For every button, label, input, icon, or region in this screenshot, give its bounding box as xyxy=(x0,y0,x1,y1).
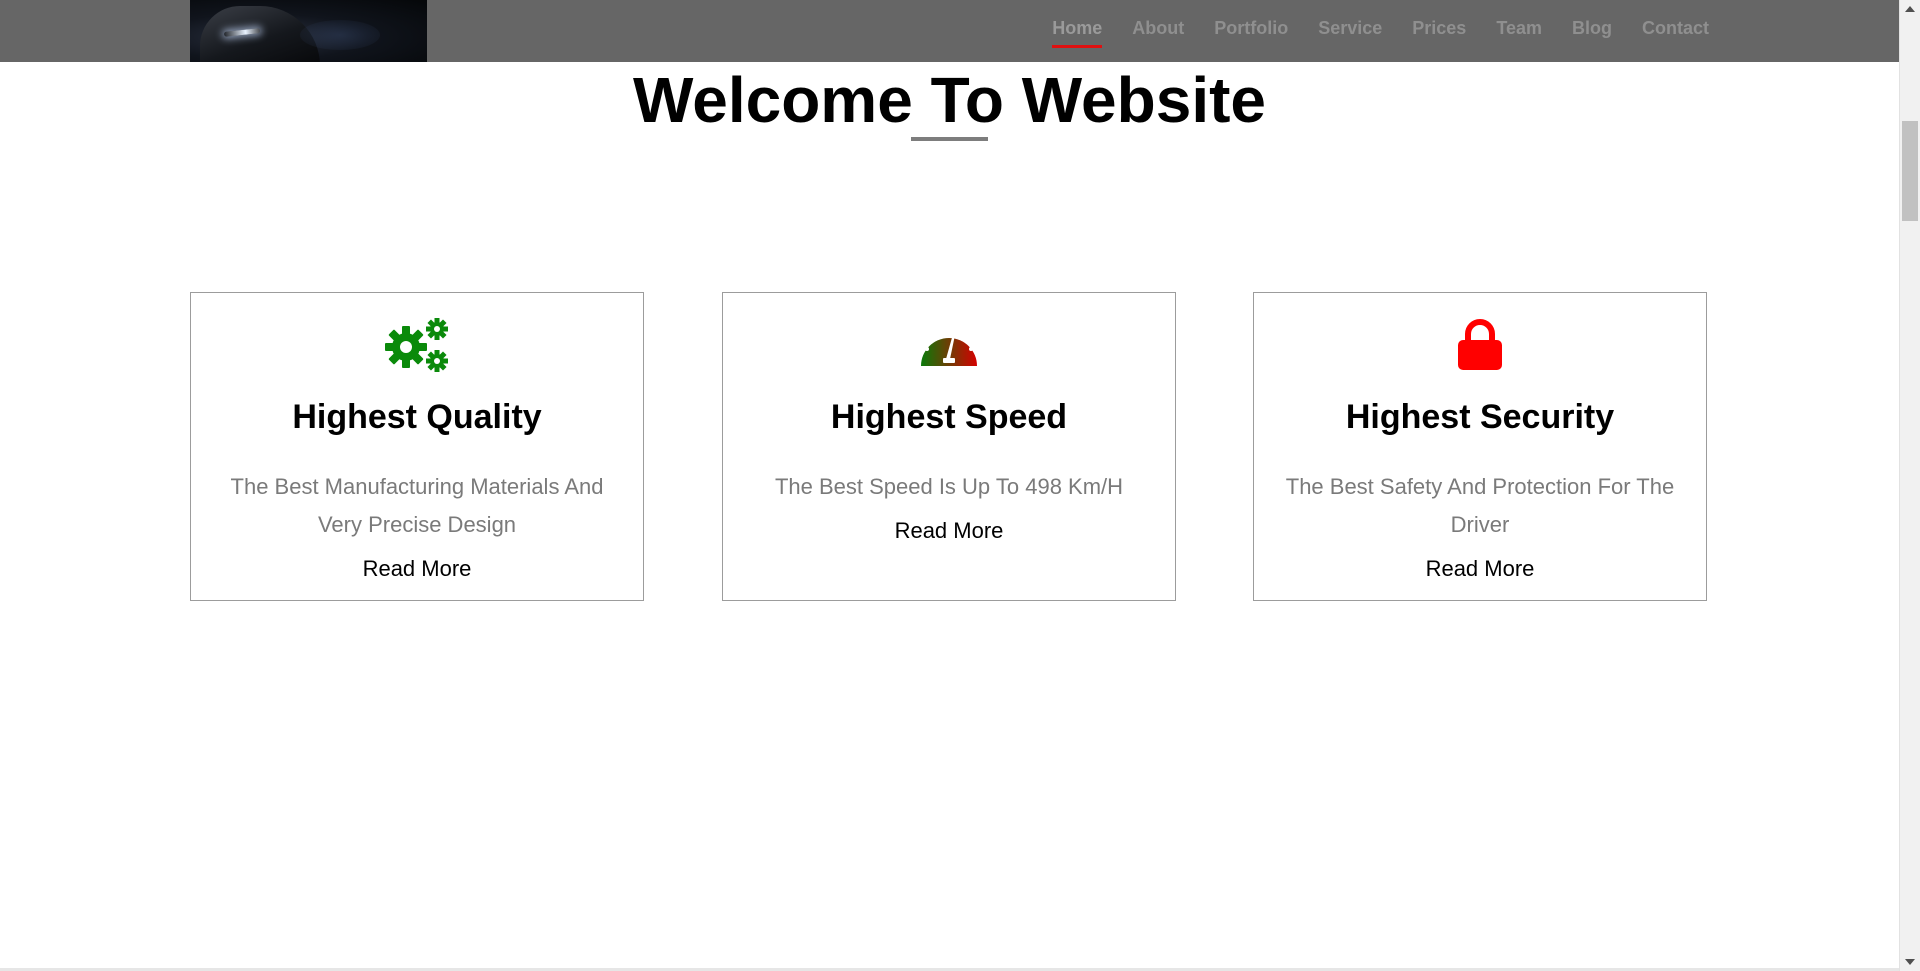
speedometer-icon xyxy=(723,317,1175,373)
feature-card-speed: Highest Speed The Best Speed Is Up To 49… xyxy=(722,292,1176,601)
title-underline xyxy=(911,137,988,141)
card-title: Highest Speed xyxy=(830,398,1068,436)
nav-item-home[interactable]: Home xyxy=(1052,17,1103,48)
nav-item-label: Home xyxy=(1052,17,1103,38)
read-more-link[interactable]: Read More xyxy=(1254,554,1706,584)
feature-card-quality: Highest Quality The Best Manufacturing M… xyxy=(190,292,644,601)
nav-item-service[interactable]: Service xyxy=(1318,18,1382,39)
nav-item-about[interactable]: About xyxy=(1132,18,1184,39)
gears-icon xyxy=(191,317,643,373)
nav-active-underline xyxy=(1052,44,1103,48)
nav-item-prices[interactable]: Prices xyxy=(1412,18,1466,39)
nav-item-team[interactable]: Team xyxy=(1496,18,1542,39)
welcome-title: Welcome To Website xyxy=(632,64,1267,136)
page: Home About Portfolio Service Prices Team… xyxy=(0,0,1899,971)
logo-glow xyxy=(300,20,380,50)
card-description: The Best Manufacturing Materials And Ver… xyxy=(230,474,604,537)
header: Home About Portfolio Service Prices Team… xyxy=(0,0,1899,62)
card-title: Highest Quality xyxy=(292,398,542,436)
nav-item-label: Contact xyxy=(1642,17,1709,38)
lock-icon xyxy=(1254,317,1706,373)
nav-item-blog[interactable]: Blog xyxy=(1572,18,1612,39)
scroll-down-arrow-icon[interactable] xyxy=(1905,959,1915,965)
read-more-link[interactable]: Read More xyxy=(191,554,643,584)
nav-item-label: Service xyxy=(1318,17,1383,38)
logo[interactable] xyxy=(190,0,427,62)
card-title: Highest Security xyxy=(1345,398,1615,436)
nav-item-label: Prices xyxy=(1412,17,1467,38)
nav-item-label: About xyxy=(1132,17,1185,38)
scroll-thumb[interactable] xyxy=(1902,121,1918,221)
vertical-scrollbar[interactable] xyxy=(1899,0,1920,971)
main-nav: Home About Portfolio Service Prices Team… xyxy=(1022,0,1709,56)
scroll-up-arrow-icon[interactable] xyxy=(1905,6,1915,12)
nav-item-label: Team xyxy=(1496,17,1542,38)
feature-card-security: Highest Security The Best Safety And Pro… xyxy=(1253,292,1707,601)
nav-item-contact[interactable]: Contact xyxy=(1642,18,1709,39)
card-description: The Best Safety And Protection For The D… xyxy=(1285,474,1675,537)
nav-item-label: Portfolio xyxy=(1214,17,1289,38)
read-more-link[interactable]: Read More xyxy=(723,516,1175,546)
nav-item-portfolio[interactable]: Portfolio xyxy=(1214,18,1288,39)
nav-item-label: Blog xyxy=(1572,17,1612,38)
card-description: The Best Speed Is Up To 498 Km/H xyxy=(774,474,1124,499)
